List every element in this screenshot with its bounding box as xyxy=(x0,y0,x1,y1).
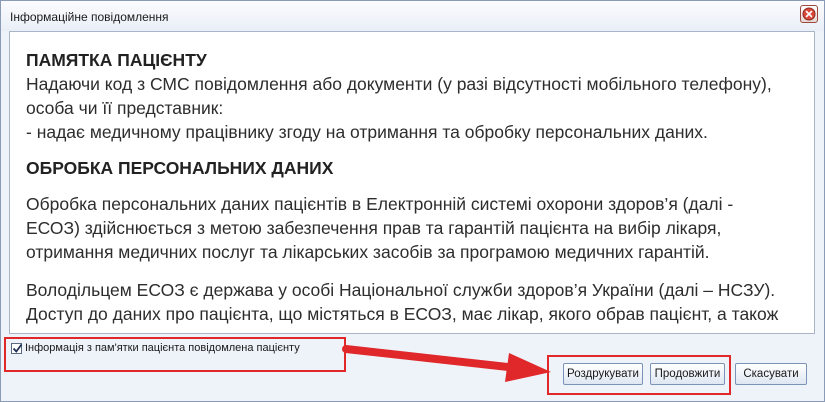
window-title: Інформаційне повідомлення xyxy=(10,10,169,24)
paragraph-line: Володільцем ЕСОЗ є держава у особі Націо… xyxy=(26,280,776,300)
paragraph-line: особа чи її представник: xyxy=(26,98,224,118)
close-icon xyxy=(802,7,816,21)
red-arrow-icon xyxy=(342,345,551,382)
cancel-button[interactable]: Скасувати xyxy=(735,363,807,385)
paragraph-line: Доступ до даних про пацієнта, що містять… xyxy=(26,304,779,324)
paragraph-line: отримання медичних послуг та лікарських … xyxy=(26,242,710,262)
vertical-scrollbar[interactable] xyxy=(815,31,824,334)
title-bar: Інформаційне повідомлення xyxy=(1,1,824,31)
message-text: ПАМЯТКА ПАЦІЄНТУ Надаючи код з СМС повід… xyxy=(26,48,806,326)
dialog-window: Інформаційне повідомлення ПАМЯТКА ПАЦІЄН… xyxy=(0,0,825,402)
paragraph-line: - надає медичному працівнику згоду на от… xyxy=(26,122,708,142)
continue-button[interactable]: Продовжити xyxy=(650,363,725,385)
paragraph-line: Обробка персональних даних пацієнтів в Е… xyxy=(26,194,734,214)
paragraph-line: ЕСОЗ) здійснюється з метою забезпечення … xyxy=(26,218,722,238)
checkbox-highlight-box xyxy=(4,337,346,372)
paragraph-line: Надаючи код з СМС повідомлення або докум… xyxy=(26,74,772,94)
heading-patient-memo: ПАМЯТКА ПАЦІЄНТУ xyxy=(26,50,207,70)
close-button[interactable] xyxy=(800,5,818,23)
message-content[interactable]: ПАМЯТКА ПАЦІЄНТУ Надаючи код з СМС повід… xyxy=(9,31,815,334)
print-button[interactable]: Роздрукувати xyxy=(563,363,643,385)
heading-data-processing: ОБРОБКА ПЕРСОНАЛЬНИХ ДАНИХ xyxy=(26,158,334,178)
